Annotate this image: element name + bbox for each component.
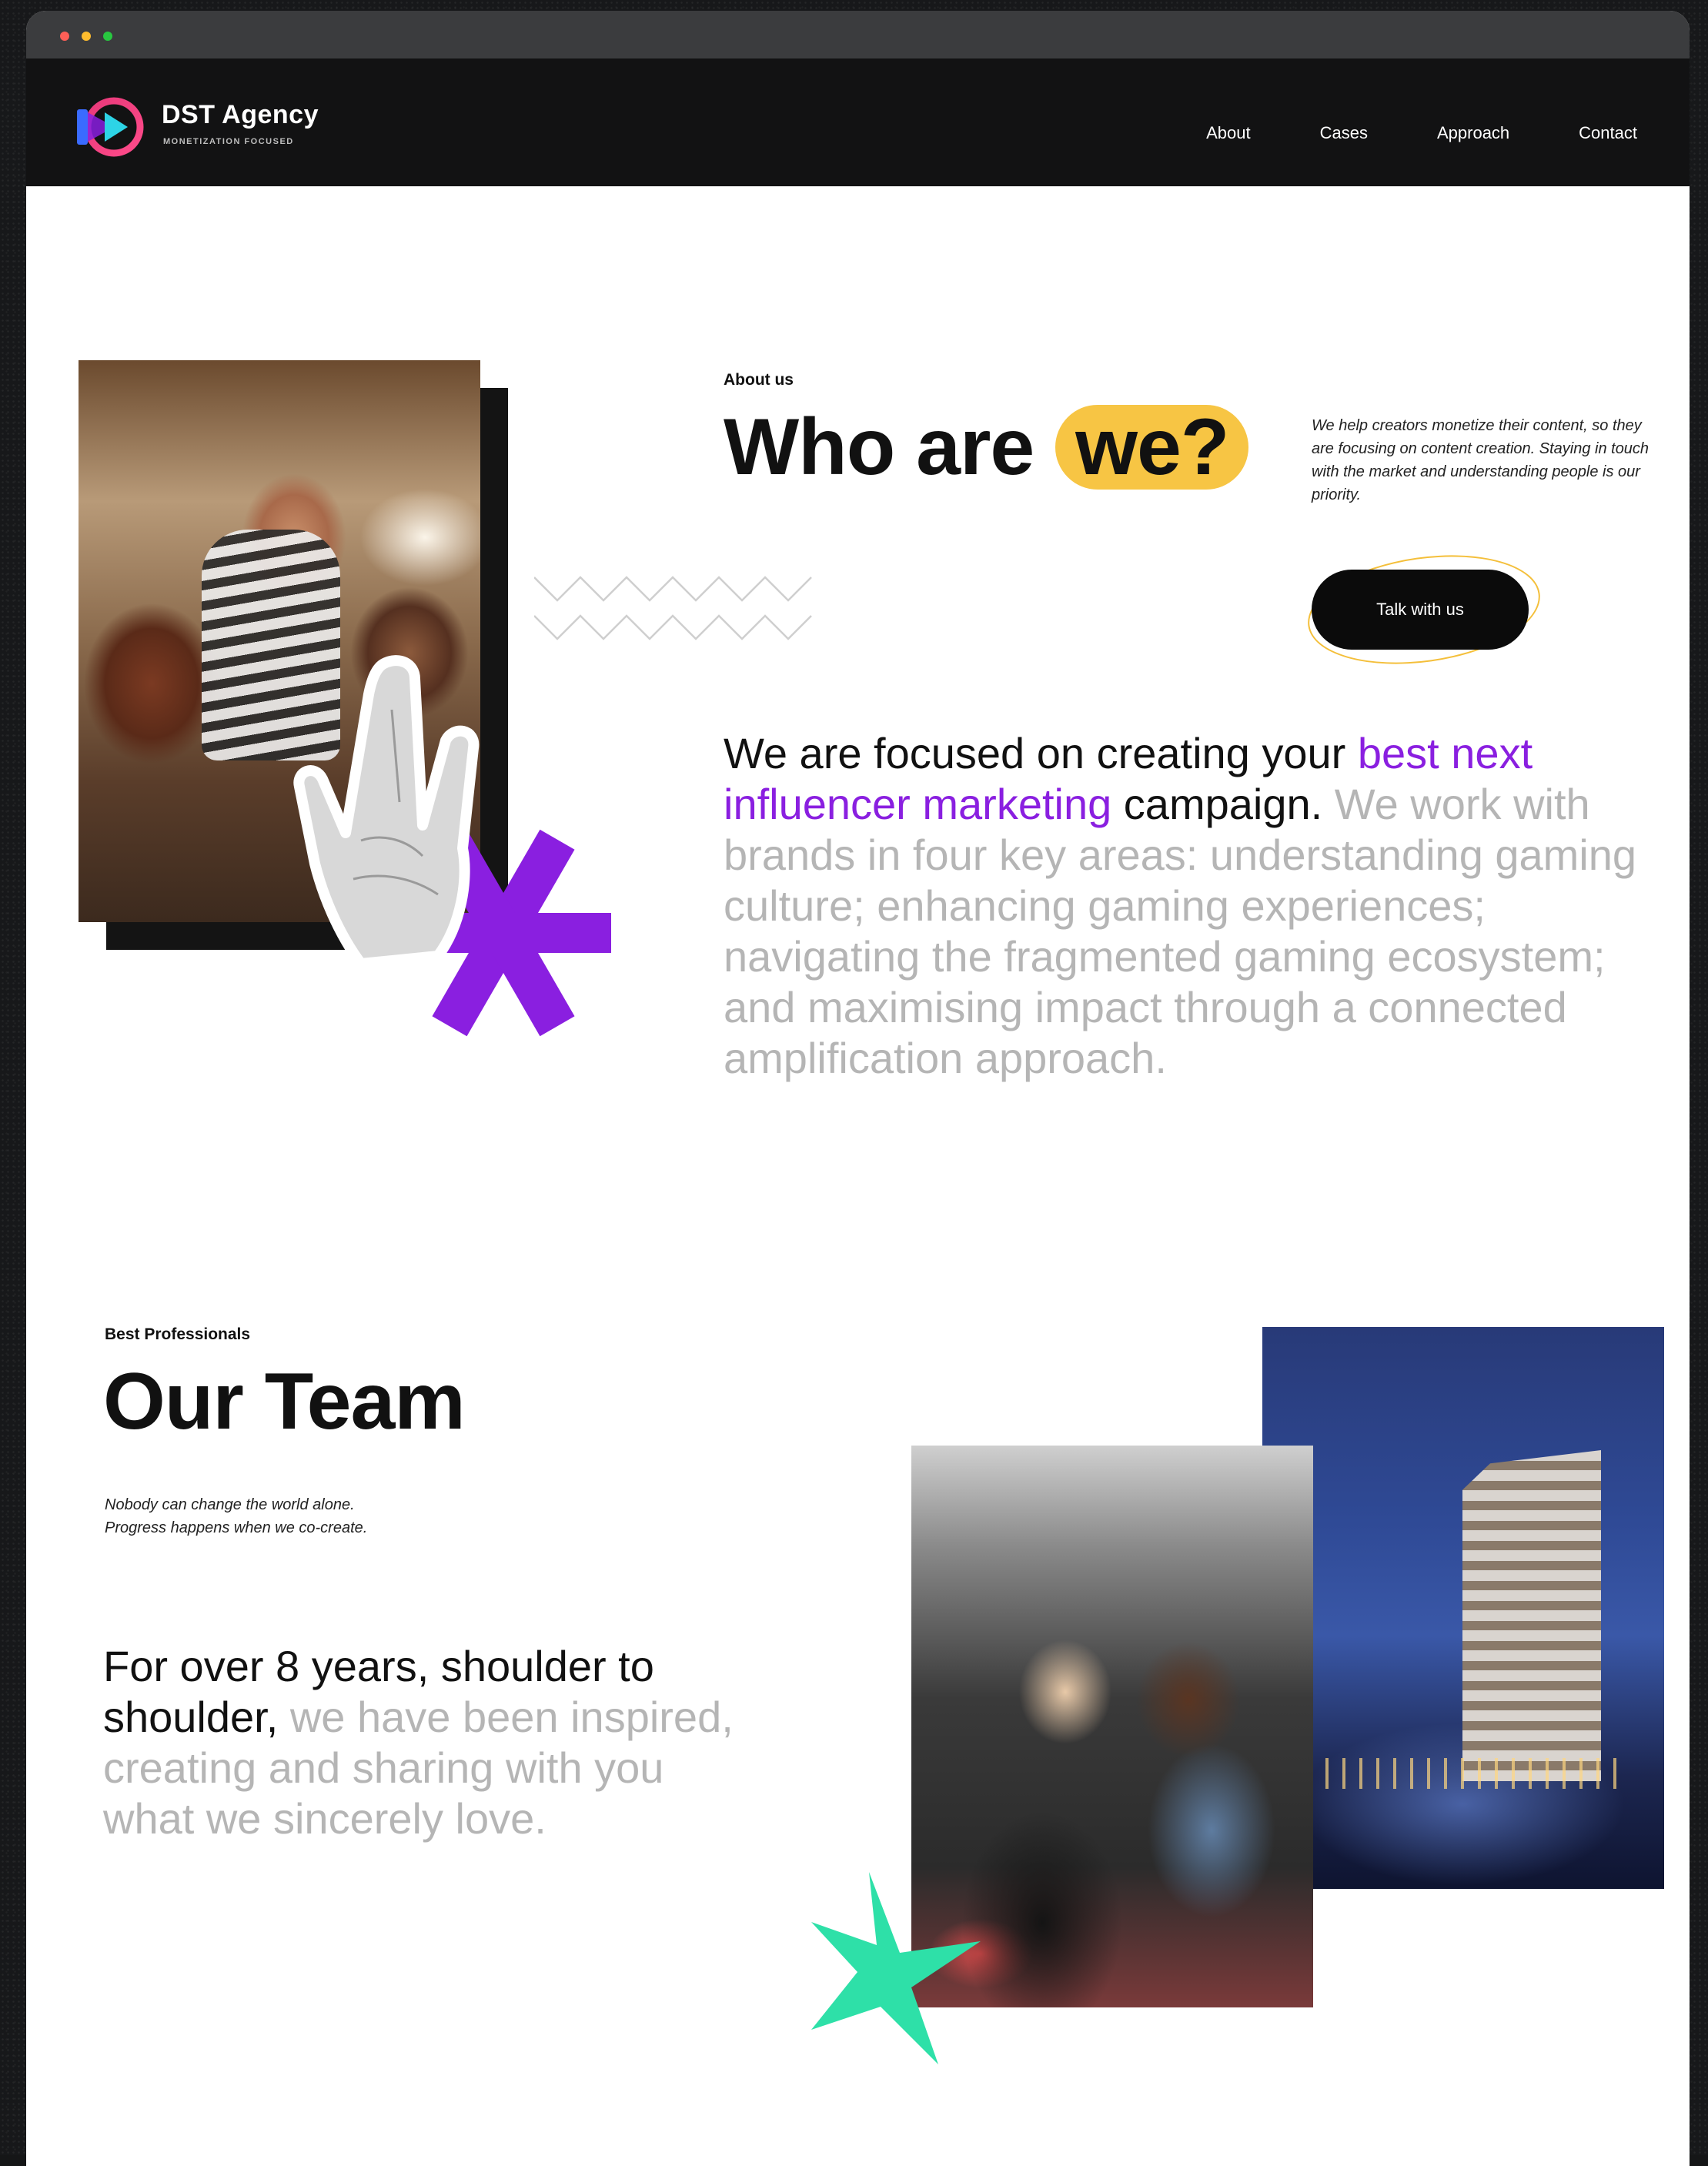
- talk-with-us-button[interactable]: Talk with us: [1312, 570, 1529, 650]
- about-focus-paragraph: We are focused on creating your best nex…: [724, 728, 1647, 1084]
- window-chrome: [26, 11, 1690, 58]
- about-section-label: About us: [724, 371, 794, 389]
- green-star-icon: [811, 1872, 981, 2064]
- building-night-photo: [1262, 1327, 1664, 1889]
- brand-tagline: MONETIZATION FOCUSED: [163, 137, 294, 146]
- team-description-line-2: Progress happens when we co-create.: [105, 1519, 368, 1536]
- nav-contact[interactable]: Contact: [1579, 123, 1637, 143]
- minimize-window-dot[interactable]: [82, 32, 91, 41]
- rock-on-hand-icon: [293, 655, 480, 969]
- about-title-plain: Who are: [724, 403, 1056, 492]
- focus-text-dark-2: campaign.: [1111, 780, 1323, 828]
- nav-about[interactable]: About: [1206, 123, 1251, 143]
- focus-text-dark-1: We are focused on creating your: [724, 729, 1358, 777]
- team-description-line-1: Nobody can change the world alone.: [105, 1496, 355, 1513]
- main-content: About us Who are we? We help creators mo…: [26, 186, 1690, 2166]
- brand-name[interactable]: DST Agency: [162, 100, 319, 130]
- about-title-highlight: we?: [1055, 405, 1249, 490]
- team-title: Our Team: [103, 1357, 466, 1446]
- about-title: Who are we?: [724, 402, 1249, 493]
- nav-cases[interactable]: Cases: [1320, 123, 1368, 143]
- main-nav: About Cases Approach Contact: [1137, 123, 1637, 143]
- team-section-label: Best Professionals: [105, 1325, 251, 1343]
- maximize-window-dot[interactable]: [103, 32, 112, 41]
- team-paragraph: For over 8 years, shoulder to shoulder, …: [103, 1641, 765, 1844]
- nav-approach[interactable]: Approach: [1437, 123, 1509, 143]
- zigzag-lines-icon: [534, 576, 812, 640]
- tower-building-shape: [1462, 1450, 1601, 1781]
- browser-window: DST Agency MONETIZATION FOCUSED About Ca…: [26, 11, 1690, 2166]
- play-circle-logo-icon[interactable]: [74, 94, 148, 160]
- close-window-dot[interactable]: [60, 32, 69, 41]
- site-header: DST Agency MONETIZATION FOCUSED About Ca…: [26, 58, 1690, 186]
- about-description: We help creators monetize their content,…: [1312, 417, 1650, 503]
- team-description: Nobody can change the world alone. Progr…: [105, 1493, 474, 1539]
- city-lights-strip: [1309, 1758, 1616, 1789]
